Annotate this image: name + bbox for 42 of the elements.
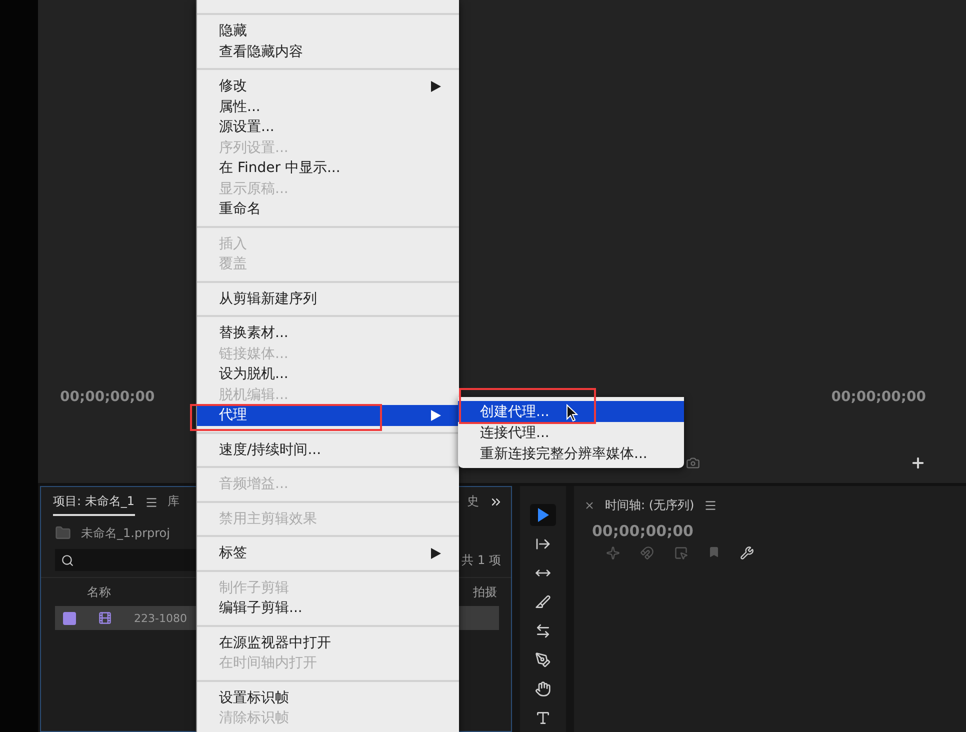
menu-item[interactable]: 从剪辑新建序列 <box>197 288 459 309</box>
menu-item[interactable]: 查看隐藏内容 <box>197 42 459 62</box>
camera-icon[interactable] <box>686 456 700 470</box>
column-header[interactable]: 拍摄 <box>473 584 497 600</box>
menu-item[interactable]: 隐藏 <box>197 21 459 42</box>
panel-tab[interactable]: 项目: 未命名_1 <box>53 488 134 516</box>
menu-icon[interactable] <box>144 496 158 508</box>
panel-tab[interactable]: 史 <box>467 488 479 516</box>
menu-item[interactable]: 设为脱机... <box>197 364 459 384</box>
column-header[interactable]: 名称 <box>87 584 111 600</box>
add-icon[interactable] <box>910 455 926 471</box>
menu-item[interactable]: 代理 <box>197 405 459 426</box>
menu-item[interactable]: 源设置... <box>197 117 459 138</box>
menu-item[interactable]: 创建代理... <box>458 401 684 422</box>
mouse-cursor-icon <box>566 404 578 422</box>
timecode: 00;00;00;00 <box>592 522 694 540</box>
search-icon <box>61 554 74 566</box>
panel-tab[interactable]: 库 <box>168 488 180 516</box>
clip-icon <box>98 611 112 625</box>
item-count: 共 1 项 <box>462 552 501 568</box>
folder-icon <box>55 525 71 541</box>
clip-name: 223-1080 <box>134 612 187 624</box>
wrench-icon[interactable] <box>740 546 754 560</box>
timecode: 00;00;00;00 <box>831 389 926 405</box>
menu-item[interactable]: 连接代理... <box>458 422 684 443</box>
project-file-name: 未命名_1.prproj <box>81 524 170 542</box>
timecode: 00;00;00;00 <box>60 389 155 405</box>
menu-item[interactable]: 速度/持续时间... <box>197 440 459 460</box>
menu-item[interactable]: 替换素材... <box>197 323 459 344</box>
menu-icon[interactable] <box>704 498 718 512</box>
menu-item[interactable]: 设置标识帧 <box>197 688 459 708</box>
menu-item[interactable]: 标签 <box>197 543 459 564</box>
marker-icon[interactable] <box>708 546 720 558</box>
menu-item[interactable]: 重命名 <box>197 199 459 220</box>
menu-item[interactable]: 修改 <box>197 76 459 96</box>
menu-item[interactable]: 在 Finder 中显示... <box>197 158 459 178</box>
close-icon[interactable] <box>584 500 595 510</box>
menu-item[interactable]: 属性... <box>197 96 459 117</box>
menu-item[interactable]: 在源监视器中打开 <box>197 632 459 653</box>
menu-item[interactable]: 重新连接完整分辨率媒体... <box>458 443 684 464</box>
menu-item[interactable]: 编辑子剪辑... <box>197 598 459 618</box>
panel-title: 时间轴: (无序列) <box>605 496 694 514</box>
